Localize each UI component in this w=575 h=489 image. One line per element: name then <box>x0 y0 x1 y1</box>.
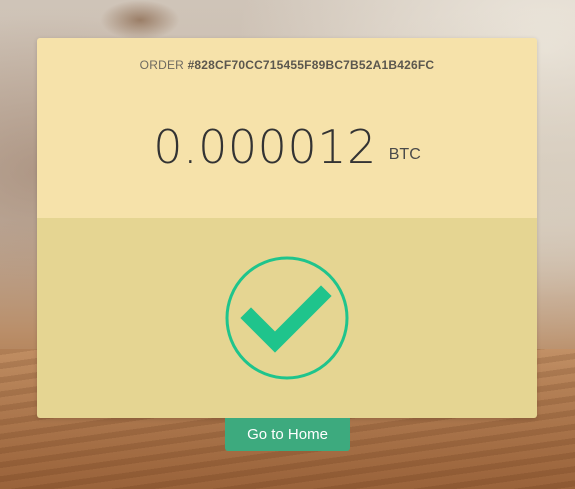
background-photo: ORDER #828CF70CC715455F89BC7B52A1B426FC … <box>0 0 575 489</box>
payment-card: ORDER #828CF70CC715455F89BC7B52A1B426FC … <box>37 38 537 418</box>
amount-line: 0.000012 BTC <box>37 120 537 174</box>
payment-currency: BTC <box>388 146 421 163</box>
checkmark-icon <box>240 285 332 353</box>
payment-summary: ORDER #828CF70CC715455F89BC7B52A1B426FC … <box>37 38 537 218</box>
order-id: #828CF70CC715455F89BC7B52A1B426FC <box>187 58 435 72</box>
order-prefix: ORDER <box>139 58 185 72</box>
background-lamp <box>100 0 180 40</box>
checkmark-circle-icon <box>225 256 349 380</box>
go-to-home-button[interactable]: Go to Home <box>225 418 350 451</box>
payment-status-panel <box>37 218 537 418</box>
payment-amount: 0.000012 <box>153 120 377 174</box>
order-line: ORDER #828CF70CC715455F89BC7B52A1B426FC <box>37 58 537 72</box>
